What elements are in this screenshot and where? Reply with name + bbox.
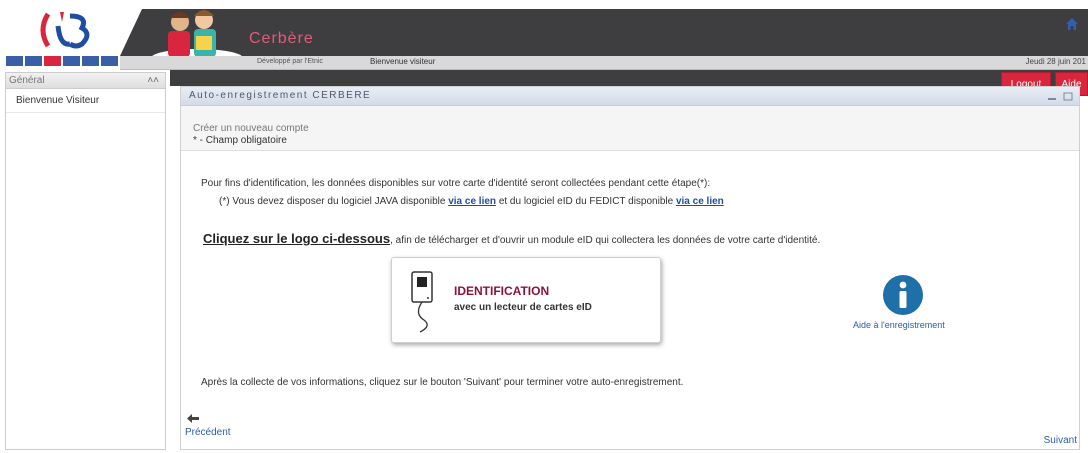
panel-header: Auto-enregistrement CERBERE [181, 87, 1079, 106]
requirements-prefix: (*) Vous devez disposer du logiciel JAVA… [219, 196, 446, 207]
welcome-text: Bienvenue visiteur [370, 57, 436, 66]
developed-by-text: Développé par l'Etnic [257, 58, 323, 65]
intro-text: Pour fins d'identification, les données … [201, 178, 711, 189]
panel-title: Auto-enregistrement CERBERE [189, 90, 372, 101]
card-reader-icon [411, 271, 433, 333]
brussels-logo-icon [40, 12, 90, 49]
next-button[interactable]: Suivant [1044, 435, 1077, 446]
home-icon[interactable] [1065, 17, 1079, 31]
java-link[interactable]: via ce lien [448, 196, 496, 207]
sidebar-section-title: Général [9, 75, 45, 86]
main-panel: Auto-enregistrement CERBERE Créer un nou… [180, 86, 1080, 450]
fedict-link[interactable]: via ce lien [676, 196, 724, 207]
logo-stripes [6, 56, 118, 66]
header-subbar: Développé par l'Etnic Bienvenue visiteur… [120, 56, 1088, 70]
create-account-label: Créer un nouveau compte [193, 123, 309, 134]
requirements-middle: et du logiciel eID du FEDICT disponible [498, 196, 674, 207]
required-field-note: * - Champ obligatoire [193, 135, 287, 146]
minimize-icon[interactable] [1047, 92, 1057, 101]
logo-area [0, 0, 128, 70]
brand-title: Cerbère [249, 30, 314, 47]
current-date: Jeudi 28 juin 201 [1025, 57, 1087, 66]
toolbar-band [170, 70, 1088, 86]
identification-title: IDENTIFICATION [454, 284, 550, 298]
eid-identification-button[interactable]: IDENTIFICATION avec un lecteur de cartes… [391, 257, 661, 343]
click-instruction-rest: , afin de télécharger et d'ouvrir un mod… [390, 235, 821, 246]
after-collection-text: Après la collecte de vos informations, c… [201, 377, 684, 388]
click-instruction: Cliquez sur le logo ci-dessous, afin de … [203, 231, 820, 246]
arrow-left-icon[interactable] [187, 414, 199, 423]
collapse-icon[interactable]: ˄˄ [147, 73, 159, 88]
maximize-icon[interactable] [1063, 92, 1073, 101]
info-icon[interactable] [882, 274, 924, 316]
click-instruction-strong: Cliquez sur le logo ci-dessous [203, 231, 391, 246]
sidebar-section-header[interactable]: Général ˄˄ [6, 73, 165, 89]
identification-subtitle: avec un lecteur de cartes eID [454, 302, 592, 313]
panel-subheader: Créer un nouveau compte * - Champ obliga… [181, 106, 1079, 151]
registration-help-link[interactable]: Aide à l'enregistrement [853, 320, 945, 330]
sidebar: Général ˄˄ Bienvenue Visiteur [5, 72, 166, 450]
requirements-line: (*) Vous devez disposer du logiciel JAVA… [219, 196, 724, 207]
sidebar-item-bienvenue[interactable]: Bienvenue Visiteur [6, 89, 165, 113]
previous-button[interactable]: Précédent [185, 427, 231, 438]
